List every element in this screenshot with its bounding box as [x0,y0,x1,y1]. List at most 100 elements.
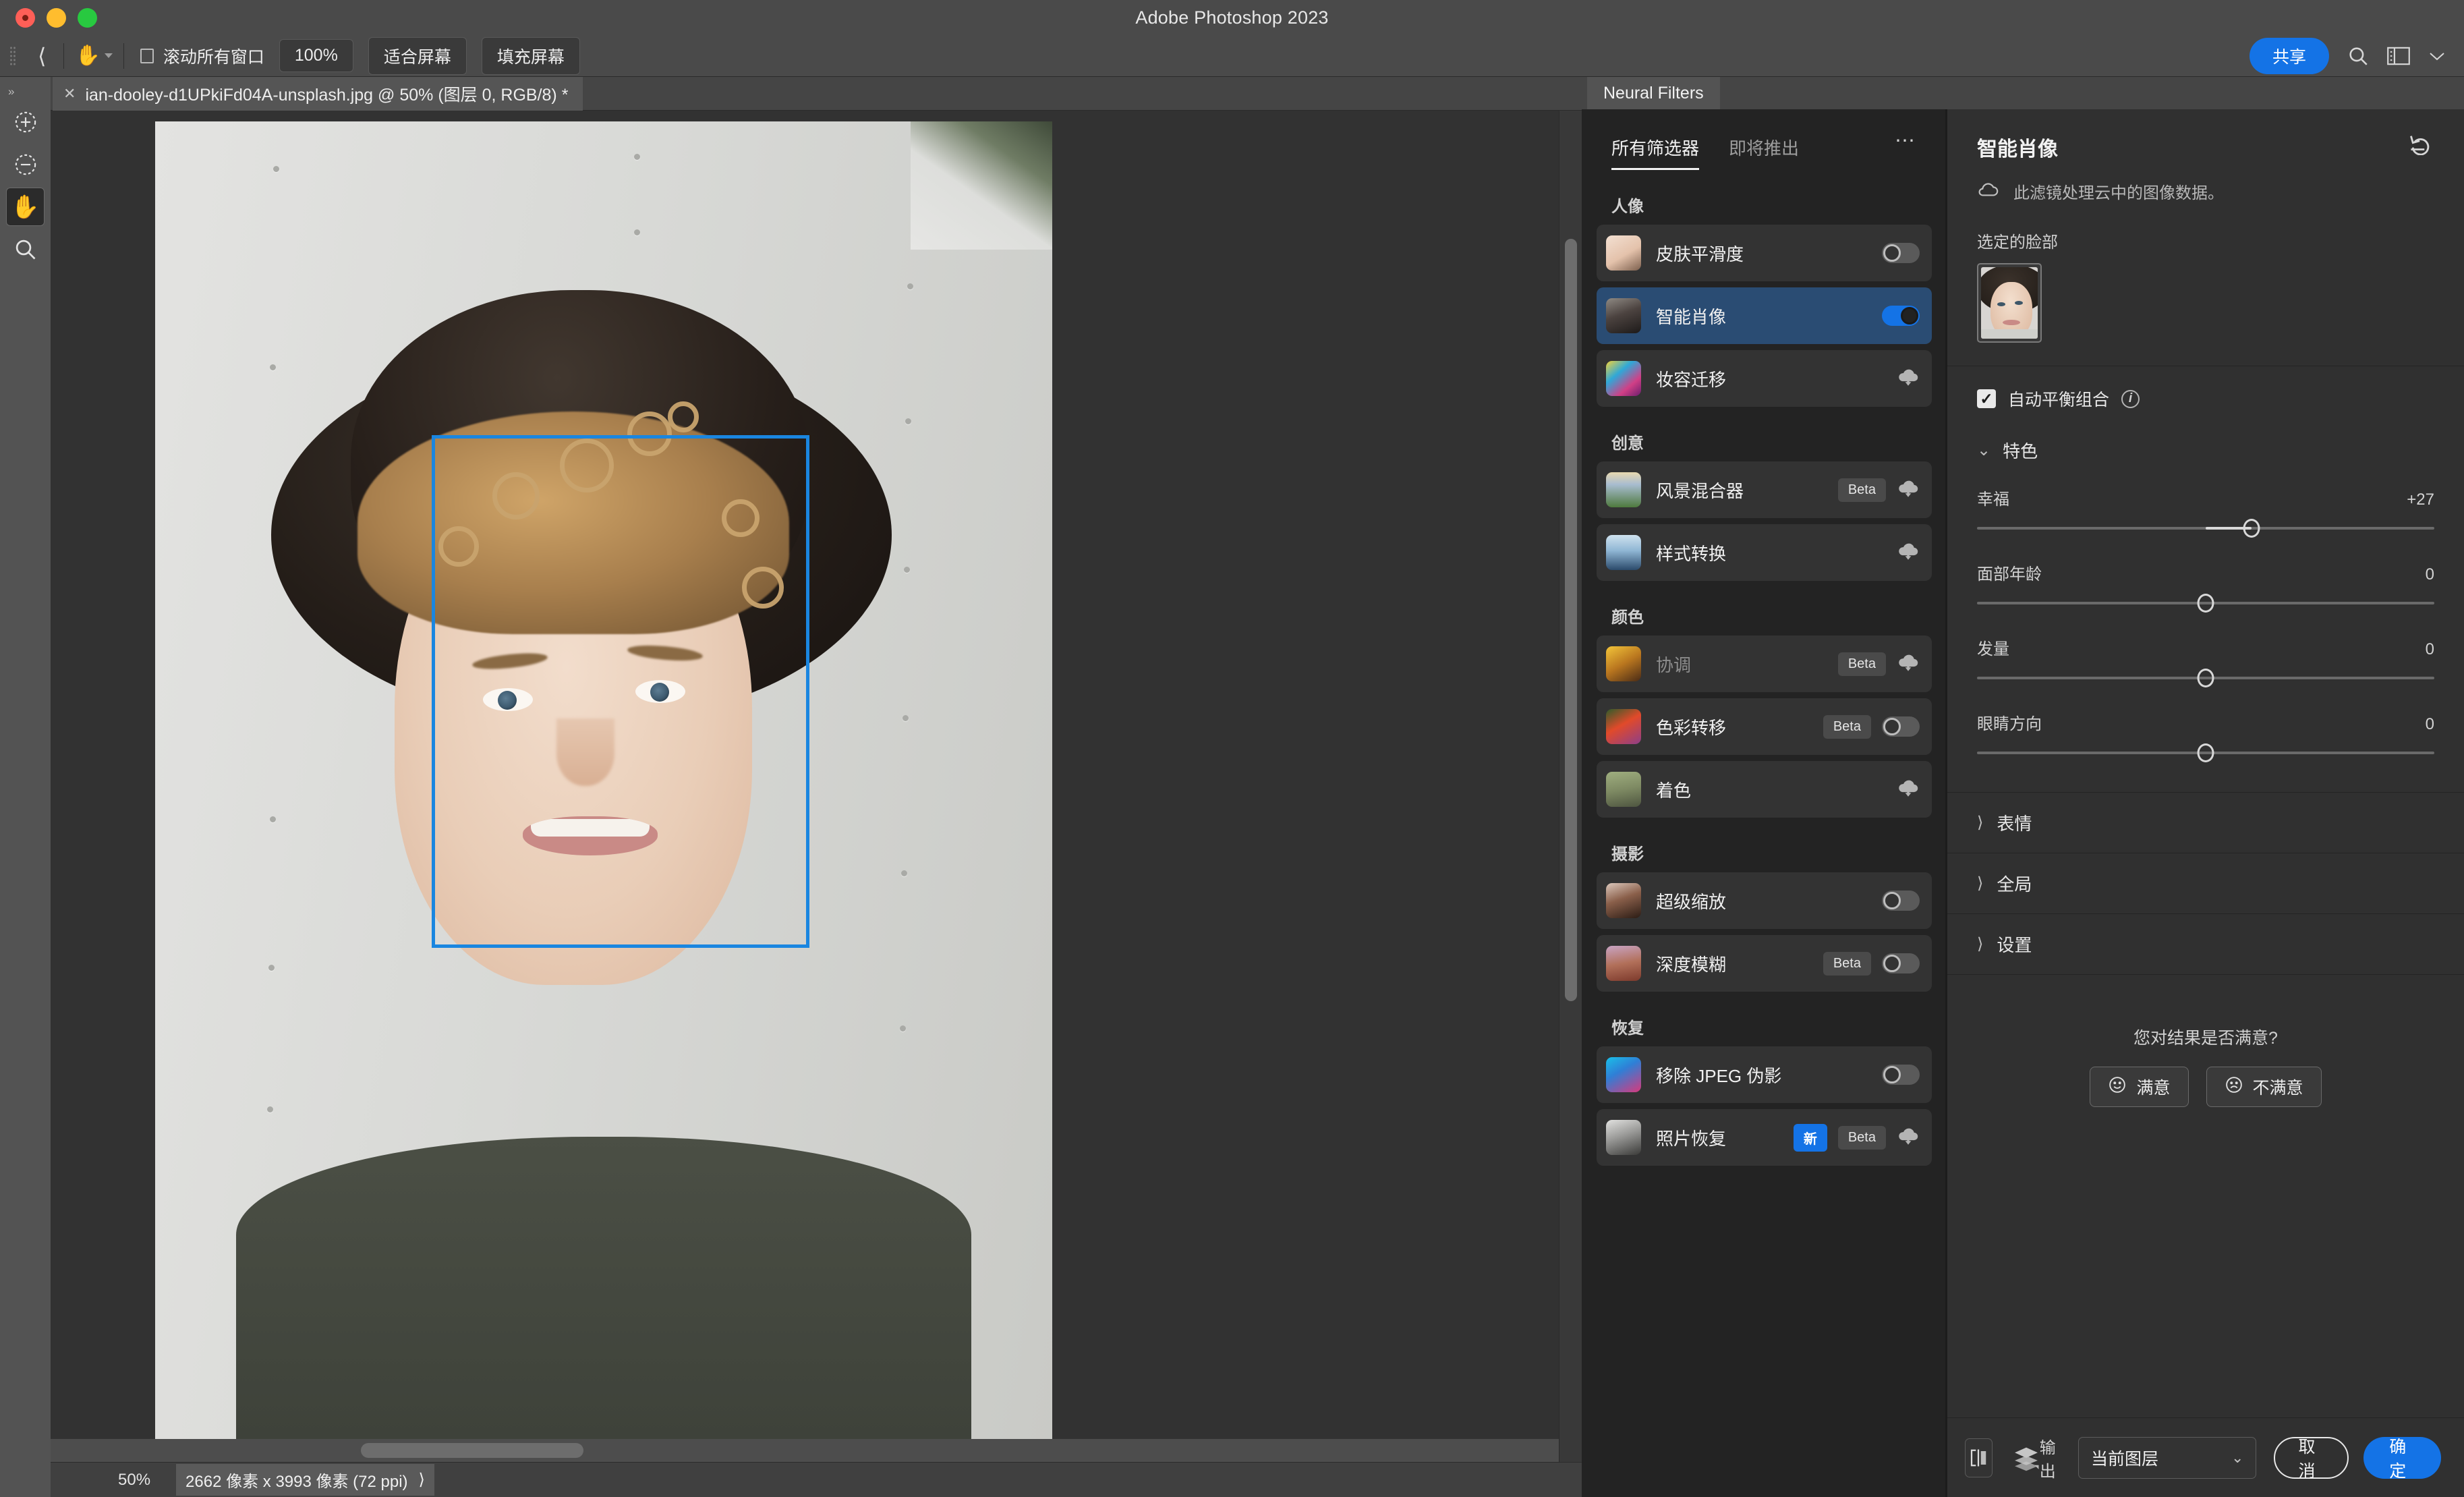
filter-item-controls: Beta [1823,714,1920,739]
filter-item-controls: 新 Beta [1793,1123,1920,1152]
collapsed-section-header[interactable]: ⟩ 全局 [1947,853,2464,913]
cloud-processing-note: 此滤镜处理云中的图像数据。 [1977,179,2434,203]
download-cloud-icon[interactable] [1897,653,1920,675]
filter-item[interactable]: 样式转换 [1597,524,1932,581]
share-button[interactable]: 共享 [2249,37,2329,74]
chevron-down-icon: ⌄ [1977,441,1991,459]
layers-icon[interactable] [2013,1444,2040,1471]
filter-toggle[interactable] [1882,953,1920,973]
search-icon[interactable] [2347,45,2370,67]
status-document-size[interactable]: 2662 像素 x 3993 像素 (72 ppi) ⟩ [176,1464,434,1496]
filter-toggle[interactable] [1882,243,1920,263]
collapsed-section-header[interactable]: ⟩ 表情 [1947,792,2464,853]
color-transfer-thumb [1606,709,1641,744]
selected-face-thumbnail[interactable] [1977,263,2042,343]
download-cloud-icon[interactable] [1897,479,1920,501]
more-options-icon[interactable]: ⋯ [1895,131,1917,151]
download-cloud-icon[interactable] [1897,779,1920,801]
chevron-right-icon[interactable]: ⟩ [419,1470,425,1490]
reset-icon[interactable] [2409,132,2434,159]
chevron-down-icon: ⌄ [2231,1448,2244,1466]
scrollbar-thumb[interactable] [1565,239,1577,1001]
filter-item[interactable]: 着色 [1597,761,1932,818]
zoom-out-marquee-icon[interactable] [6,145,45,183]
filter-toggle[interactable] [1882,1065,1920,1085]
document-tab[interactable]: ✕ ian-dooley-d1UPkiFd04A-unsplash.jpg @ … [53,77,583,111]
magnifier-icon[interactable] [6,230,45,269]
slider-track[interactable] [1977,519,2434,538]
chevron-right-icon: ⟩ [1977,934,1984,953]
filter-list-edge [1945,109,1947,1497]
filter-group-title: 摄影 [1611,845,1644,864]
neural-filters-panel: Neural Filters 所有筛选器 即将推出 ⋯ 人像 皮肤平滑度 智能肖像妆… [1582,77,2464,1497]
split-preview-icon[interactable] [1965,1438,1993,1477]
filter-item[interactable]: 风景混合器 Beta [1597,461,1932,518]
filter-item[interactable]: 皮肤平滑度 [1597,225,1932,281]
canvas-vertical-scrollbar[interactable] [1559,111,1582,1462]
filter-item[interactable]: 移除 JPEG 伪影 [1597,1046,1932,1103]
auto-balance-checkbox[interactable]: ✓ 自动平衡组合 i [1977,387,2434,411]
hand-tool-icon[interactable]: ✋ [6,188,45,226]
checkbox-box: ✓ [1977,389,1996,408]
download-cloud-icon[interactable] [1897,368,1920,390]
ok-button[interactable]: 确定 [2363,1436,2441,1481]
image-trees-corner [911,121,1052,250]
filter-toggle[interactable] [1882,306,1920,326]
fit-screen-button[interactable]: 适合屏幕 [368,36,467,75]
tab-neural-filters[interactable]: Neural Filters [1587,77,1720,109]
fill-screen-button[interactable]: 填充屏幕 [481,36,580,75]
filter-item[interactable]: 妆容迁移 [1597,350,1932,407]
filter-item-controls [1882,243,1920,263]
slider-label: 面部年龄 [1977,565,2042,584]
harmonization-thumb [1606,646,1641,681]
tab-coming-soon[interactable]: 即将推出 [1729,135,1799,168]
slider-knob[interactable] [2197,669,2214,687]
feedback-satisfied-button[interactable]: 满意 [2090,1067,2189,1107]
collapsed-section-header[interactable]: ⟩ 设置 [1947,913,2464,975]
chevron-down-icon[interactable] [2428,50,2446,62]
canvas-area[interactable]: 50% 2662 像素 x 3993 像素 (72 ppi) ⟩ [51,111,1582,1497]
face-selection-box[interactable] [432,435,809,948]
canvas-horizontal-scrollbar[interactable] [51,1439,1559,1462]
download-cloud-icon[interactable] [1897,1127,1920,1149]
options-bar-grip[interactable] [9,45,16,66]
filter-toggle[interactable] [1882,716,1920,737]
download-cloud-icon[interactable] [1897,542,1920,564]
slider-track[interactable] [1977,743,2434,762]
section-label: 表情 [1997,814,2032,834]
panel-footer: 输出 当前图层 ⌄ 取消 确定 [1947,1417,2464,1497]
cancel-button[interactable]: 取消 [2274,1436,2349,1481]
filter-item[interactable]: 色彩转移 Beta [1597,698,1932,755]
filter-item[interactable]: 深度模糊 Beta [1597,935,1932,992]
filter-item[interactable]: 协调 Beta [1597,635,1932,692]
slider-knob[interactable] [2243,519,2260,538]
info-icon[interactable]: i [2121,389,2140,408]
filter-item[interactable]: 超级缩放 [1597,872,1932,929]
hand-tool-selector[interactable]: ✋ [75,45,113,66]
filter-toggle[interactable] [1882,891,1920,911]
zoom-100-button[interactable]: 100% [279,39,353,72]
scrollbar-thumb[interactable] [361,1443,583,1458]
document-image[interactable] [155,121,1052,1471]
slider-track[interactable] [1977,594,2434,613]
workspace-layout-icon[interactable] [2387,47,2410,65]
filter-item[interactable]: 照片恢复 新 Beta [1597,1109,1932,1166]
filter-item-label: 着色 [1656,780,1692,801]
section-header-features[interactable]: ⌄ 特色 [1977,438,2434,463]
filter-item[interactable]: 智能肖像 [1597,287,1932,344]
close-icon[interactable]: ✕ [63,86,76,101]
slider-knob[interactable] [2197,743,2214,762]
filter-item-controls [1882,1065,1920,1085]
slider-track[interactable] [1977,669,2434,687]
slider-knob[interactable] [2197,594,2214,613]
expand-toolstrip-icon[interactable]: » [8,85,51,98]
feedback-unsatisfied-button[interactable]: 不满意 [2206,1067,2322,1107]
tab-all-filters[interactable]: 所有筛选器 [1611,135,1700,170]
scroll-all-windows-label: 滚动所有窗口 [163,47,264,67]
scroll-all-windows-checkbox[interactable]: 滚动所有窗口 [140,44,264,68]
output-select[interactable]: 当前图层 ⌄ [2078,1436,2257,1479]
slider-row: 幸福 +27 [1977,486,2434,538]
zoom-in-marquee-icon[interactable] [6,103,45,141]
back-chevron-icon[interactable]: ⟨ [31,45,53,67]
slider-row: 发量 0 [1977,635,2434,687]
